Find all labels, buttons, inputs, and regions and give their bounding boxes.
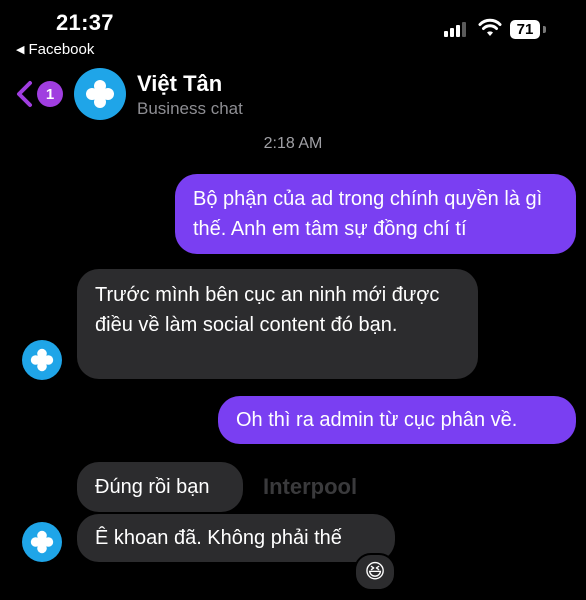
sender-avatar[interactable] [22,522,62,562]
contact-name[interactable]: Việt Tân [137,71,222,97]
status-time: 21:37 [56,10,114,35]
outgoing-message[interactable]: Bộ phận của ad trong chính quyền là gì t… [175,174,576,254]
back-chevron-icon[interactable] [14,80,34,113]
outgoing-message[interactable]: Oh thì ra admin từ cục phân về. [218,396,576,444]
incoming-message[interactable]: Đúng rồi bạn [77,462,243,512]
reaction-emoji: 😆 [364,561,386,583]
laughing-reaction-icon[interactable]: 😆 [354,553,396,591]
contact-subtitle: Business chat [137,99,243,118]
incoming-message[interactable]: Trước mình bên cục an ninh mới được điều… [77,269,478,379]
back-app-label: Facebook [28,41,95,58]
contact-avatar[interactable] [74,68,126,120]
cellular-signal-icon [444,22,466,37]
sender-avatar[interactable] [22,340,62,380]
battery-indicator: 71 [510,20,540,39]
incoming-message[interactable]: Ê khoan đã. Không phải thế [77,514,395,562]
back-to-facebook-link[interactable]: ◀ Facebook [16,41,94,58]
message-timestamp: 2:18 AM [263,135,323,152]
back-triangle-icon: ◀ [16,44,25,56]
flower-logo-icon [86,80,114,108]
unread-count-badge[interactable]: 1 [37,81,63,107]
watermark-text: Interpool [263,474,358,499]
flower-logo-icon [30,348,54,372]
wifi-icon [478,18,502,43]
battery-cap-icon [543,26,546,33]
flower-logo-icon [30,530,54,554]
